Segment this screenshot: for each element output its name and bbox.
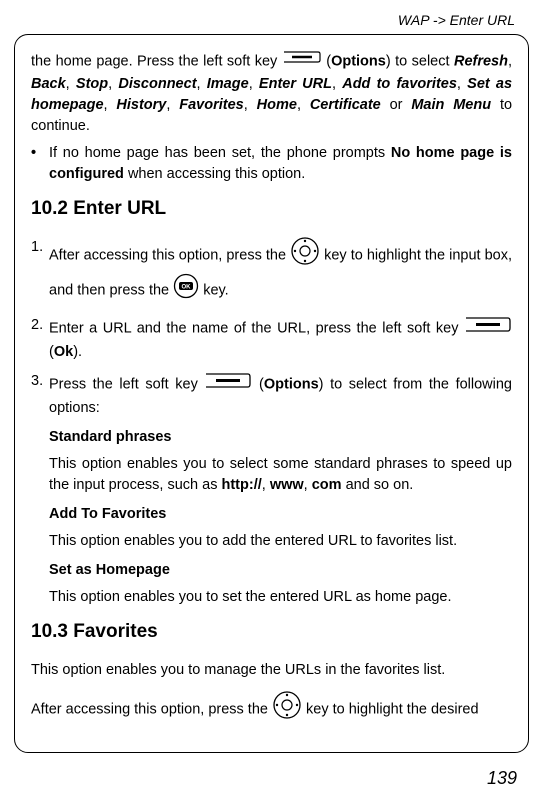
opt-history: History <box>116 97 166 113</box>
step2-c: ). <box>73 344 82 360</box>
sp-comma2: , <box>304 477 312 493</box>
heading-10-3: 10.3 Favorites <box>31 618 512 646</box>
set-as-homepage-heading: Set as Homepage <box>49 560 512 581</box>
bullet-item: • If no home page has been set, the phon… <box>31 143 512 185</box>
nav-key-icon <box>290 236 320 273</box>
bullet-pre: If no home page has been set, the phone … <box>49 145 391 161</box>
sp-www: www <box>270 477 304 493</box>
opt-favorites: Favorites <box>179 97 243 113</box>
sp-com: com <box>312 477 342 493</box>
softkey-icon <box>282 48 322 73</box>
step2-ok: Ok <box>54 344 73 360</box>
opt-disconnect: Disconnect <box>118 76 196 92</box>
ok-key-icon: OK <box>173 273 199 306</box>
opt-refresh: Refresh <box>454 54 508 70</box>
softkey-icon <box>204 370 252 397</box>
heading-10-2: 10.2 Enter URL <box>31 195 512 223</box>
step-1-text: After accessing this option, press the k… <box>49 237 512 307</box>
step-3-number: 3. <box>31 371 49 419</box>
step1-a: After accessing this option, press the <box>49 247 290 263</box>
standard-phrases-heading: Standard phrases <box>49 427 512 448</box>
bullet-post: when accessing this option. <box>124 166 305 182</box>
favorites-intro: This option enables you to manage the UR… <box>31 660 512 681</box>
svg-text:OK: OK <box>182 284 192 290</box>
softkey-icon <box>464 314 512 341</box>
intro-paragraph: the home page. Press the left soft key (… <box>31 49 512 137</box>
fav-step-b: key to highlight the desired <box>306 701 479 717</box>
sp-text-b: and so on. <box>342 477 414 493</box>
standard-phrases-text: This option enables you to select some s… <box>49 454 512 496</box>
set-as-homepage-text: This option enables you to set the enter… <box>49 587 512 608</box>
intro-text-1: the home page. Press the left soft key <box>31 54 282 70</box>
page-number: 139 <box>0 753 543 791</box>
step-3-text: Press the left soft key (Options) to sel… <box>49 371 512 419</box>
step1-c: key. <box>203 282 229 298</box>
intro-options-bold: Options <box>331 54 386 70</box>
opt-certificate: Certificate <box>310 97 381 113</box>
step2-a: Enter a URL and the name of the URL, pre… <box>49 320 464 336</box>
favorites-step: After accessing this option, press the k… <box>31 691 512 728</box>
opt-home: Home <box>257 97 297 113</box>
step-1-number: 1. <box>31 237 49 307</box>
sp-http: http:// <box>222 477 262 493</box>
page-header: WAP -> Enter URL <box>0 0 543 34</box>
step-3: 3. Press the left soft key (Options) to … <box>31 371 512 419</box>
opt-stop: Stop <box>76 76 108 92</box>
opt-add-favorites: Add to favorites <box>342 76 457 92</box>
add-to-favorites-heading: Add To Favorites <box>49 504 512 525</box>
step3-options: Options <box>264 376 319 392</box>
fav-step-a: After accessing this option, press the <box>31 701 272 717</box>
nav-key-icon <box>272 690 302 727</box>
content-frame: the home page. Press the left soft key (… <box>14 34 529 752</box>
step-1: 1. After accessing this option, press th… <box>31 237 512 307</box>
step3-a: Press the left soft key <box>49 376 204 392</box>
intro-paren-close: ) to select <box>386 54 454 70</box>
opt-back: Back <box>31 76 66 92</box>
opt-image: Image <box>207 76 249 92</box>
opt-main-menu: Main Menu <box>411 97 491 113</box>
intro-or: or <box>381 97 412 113</box>
step-2-number: 2. <box>31 315 49 363</box>
add-to-favorites-text: This option enables you to add the enter… <box>49 531 512 552</box>
step-2-text: Enter a URL and the name of the URL, pre… <box>49 315 512 363</box>
bullet-text: If no home page has been set, the phone … <box>49 143 512 185</box>
step-2: 2. Enter a URL and the name of the URL, … <box>31 315 512 363</box>
bullet-marker: • <box>31 143 49 185</box>
sp-comma1: , <box>262 477 270 493</box>
opt-enter-url: Enter URL <box>259 76 332 92</box>
